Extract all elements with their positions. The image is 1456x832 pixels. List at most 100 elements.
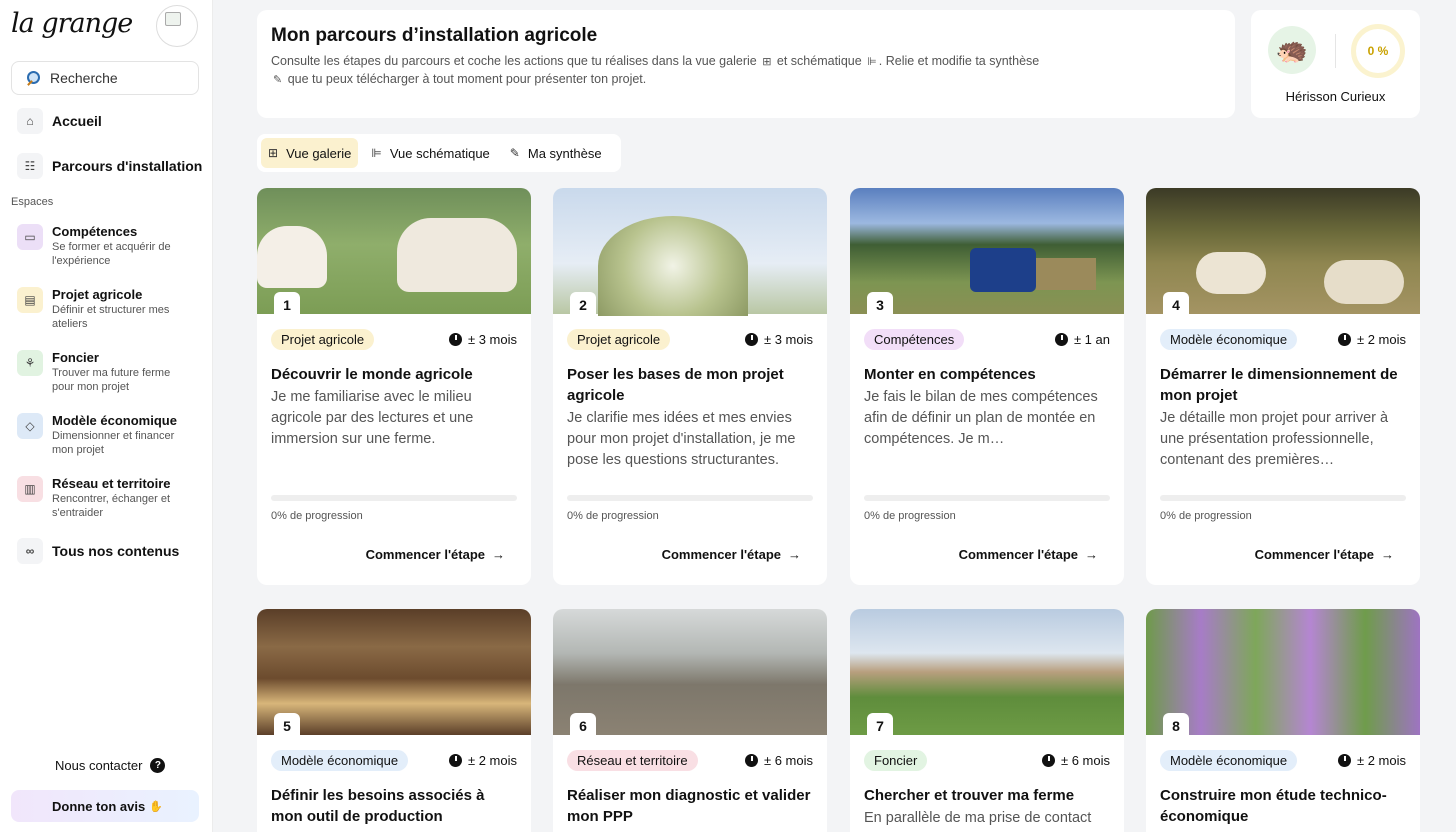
hedgehog-avatar-icon: 🦔 xyxy=(1268,26,1316,74)
step-image-farmhouse: 7 xyxy=(850,609,1124,739)
nav-item-all-contents[interactable]: ∞ Tous nos contenus xyxy=(17,538,179,564)
step-meta: Projet agricole ± 3 mois xyxy=(567,328,813,350)
step-title: Réaliser mon diagnostic et valider mon P… xyxy=(567,787,811,825)
hands-icon: ✋ xyxy=(149,800,163,813)
step-number: 3 xyxy=(867,292,893,318)
nav-item-parcours[interactable]: ☷ Parcours d'installation xyxy=(17,153,202,179)
space-title: Projet agricole xyxy=(52,287,143,302)
start-step-button[interactable]: Commencer l'étape → xyxy=(662,547,801,562)
step-image-sheep: 4 xyxy=(1146,188,1420,318)
edit-icon: ✎ xyxy=(509,146,520,160)
duration: ± 3 mois xyxy=(744,332,813,347)
duration: ± 1 an xyxy=(1054,331,1110,347)
desc-text: . Relie et modifie ta synthèse xyxy=(878,54,1040,68)
step-card[interactable]: 1 Projet agricole ± 3 mois Découvrir le … xyxy=(257,188,531,585)
sprout-icon: ⚘ xyxy=(17,350,43,376)
step-card[interactable]: 3 Compétences ± 1 an Monter en compétenc… xyxy=(850,188,1124,585)
nav-label: Tous nos contenus xyxy=(52,543,180,559)
step-image-tractor: 3 xyxy=(850,188,1124,318)
step-number: 8 xyxy=(1163,713,1189,739)
step-card[interactable]: 5 Modèle économique ± 2 mois Définir les… xyxy=(257,609,531,832)
step-title: Démarrer le dimensionnement de mon proje… xyxy=(1160,366,1398,404)
space-title: Foncier xyxy=(52,350,99,365)
tab-gallery[interactable]: ⊞ Vue galerie xyxy=(261,138,359,168)
feedback-label: Donne ton avis xyxy=(52,798,146,814)
book-icon: ▥ xyxy=(17,476,43,502)
tab-label: Vue schématique xyxy=(389,145,490,161)
page-title: Mon parcours d’installation agricole xyxy=(271,25,598,46)
step-title: Monter en compétences xyxy=(864,366,1036,383)
journey-header: Mon parcours d’installation agricole Con… xyxy=(257,10,1235,118)
step-card[interactable]: 8 Modèle économique ± 2 mois Construire … xyxy=(1146,609,1420,832)
space-subtitle: Dimensionner et financer mon projet xyxy=(52,430,175,456)
nav-label: Accueil xyxy=(52,113,102,129)
arrow-right-icon: → xyxy=(1085,547,1098,562)
start-step-button[interactable]: Commencer l'étape → xyxy=(1255,547,1394,562)
space-item-foncier[interactable]: ⚘ Foncier Trouver ma future ferme pour m… xyxy=(17,350,184,394)
tab-schematic[interactable]: ⊫ Vue schématique xyxy=(364,138,496,168)
nav-item-accueil[interactable]: ⌂ Accueil xyxy=(17,108,102,134)
home-icon: ⌂ xyxy=(17,108,43,134)
tractor-shape xyxy=(970,248,1036,292)
trailer-shape xyxy=(1036,258,1096,290)
step-card[interactable]: 6 Réseau et territoire ± 6 mois Réaliser… xyxy=(553,609,827,832)
arrow-right-icon: → xyxy=(788,547,801,562)
step-image-cows: 1 xyxy=(257,188,531,318)
arrow-right-icon: → xyxy=(492,547,505,562)
step-card[interactable]: 2 Projet agricole ± 3 mois Poser les bas… xyxy=(553,188,827,585)
start-step-button[interactable]: Commencer l'étape → xyxy=(366,547,505,562)
step-number: 7 xyxy=(867,713,893,739)
category-badge: Modèle économique xyxy=(271,749,409,771)
app-logo[interactable]: la grange xyxy=(11,8,133,39)
folder-icon: ▤ xyxy=(17,287,43,313)
desc-text: que tu peux télécharger à tout moment po… xyxy=(287,72,647,86)
spaces-section-label: Espaces xyxy=(11,196,54,208)
clock-icon xyxy=(448,753,462,767)
space-subtitle: Définir et structurer mes ateliers xyxy=(52,304,170,330)
step-image-flower: 2 xyxy=(553,188,827,318)
flower-shape xyxy=(598,216,748,316)
progress-label: 0% de progression xyxy=(271,510,363,522)
edit-icon: ✎ xyxy=(273,74,283,86)
duration: ± 6 mois xyxy=(744,753,813,768)
contact-link[interactable]: Nous contacter ? xyxy=(55,758,166,773)
start-step-button[interactable]: Commencer l'étape → xyxy=(959,547,1098,562)
search-placeholder: Recherche xyxy=(50,70,118,86)
space-item-modele-economique[interactable]: ◇ Modèle économique Dimensionner et fina… xyxy=(17,413,184,457)
step-progress-bar xyxy=(864,495,1110,501)
cow-shape xyxy=(257,226,327,288)
space-item-projet-agricole[interactable]: ▤ Projet agricole Définir et structurer … xyxy=(17,287,184,331)
progress-label: 0% de progression xyxy=(1160,510,1252,522)
step-title: Découvrir le monde agricole xyxy=(271,366,473,383)
step-title: Construire mon étude technico-économique xyxy=(1160,787,1387,825)
tab-synthesis[interactable]: ✎ Ma synthèse xyxy=(503,138,609,168)
step-card[interactable]: 4 Modèle économique ± 2 mois Démarrer le… xyxy=(1146,188,1420,585)
desc-text: et schématique xyxy=(776,54,862,68)
step-number: 6 xyxy=(570,713,596,739)
category-badge: Modèle économique xyxy=(1160,328,1298,350)
arrow-right-icon: → xyxy=(1381,547,1394,562)
step-image-cheese: 5 xyxy=(257,609,531,739)
space-subtitle: Trouver ma future ferme pour mon projet xyxy=(52,367,171,393)
category-badge: Modèle économique xyxy=(1160,749,1298,771)
infinity-icon: ∞ xyxy=(17,538,43,564)
duration-text: ± 2 mois xyxy=(1356,331,1406,347)
tag-icon: ◇ xyxy=(17,413,43,439)
profile-name: Hérisson Curieux xyxy=(1285,89,1386,104)
step-card[interactable]: 7 Foncier ± 6 mois Chercher et trouver m… xyxy=(850,609,1124,832)
diagram-icon: ⊫ xyxy=(867,56,877,68)
space-item-reseau-territoire[interactable]: ▥ Réseau et territoire Rencontrer, échan… xyxy=(17,476,184,520)
space-item-competences[interactable]: ▭ Compétences Se former et acquérir de l… xyxy=(17,224,184,268)
start-label: Commencer l'étape xyxy=(661,547,781,562)
duration-text: ± 1 an xyxy=(1073,331,1110,347)
search-input[interactable]: Recherche xyxy=(11,61,199,95)
space-subtitle: Rencontrer, échanger et s'entraider xyxy=(52,493,171,519)
feedback-button[interactable]: Donne ton avis ✋ xyxy=(11,790,199,822)
progress-label: 0% de progression xyxy=(567,510,659,522)
cow-shape xyxy=(397,218,517,292)
step-meta: Réseau et territoire ± 6 mois xyxy=(567,749,813,771)
user-avatar[interactable] xyxy=(156,5,198,47)
profile-card[interactable]: 🦔 0 % Hérisson Curieux xyxy=(1251,10,1420,118)
grid-icon: ⊞ xyxy=(268,146,279,160)
step-number: 5 xyxy=(274,713,300,739)
